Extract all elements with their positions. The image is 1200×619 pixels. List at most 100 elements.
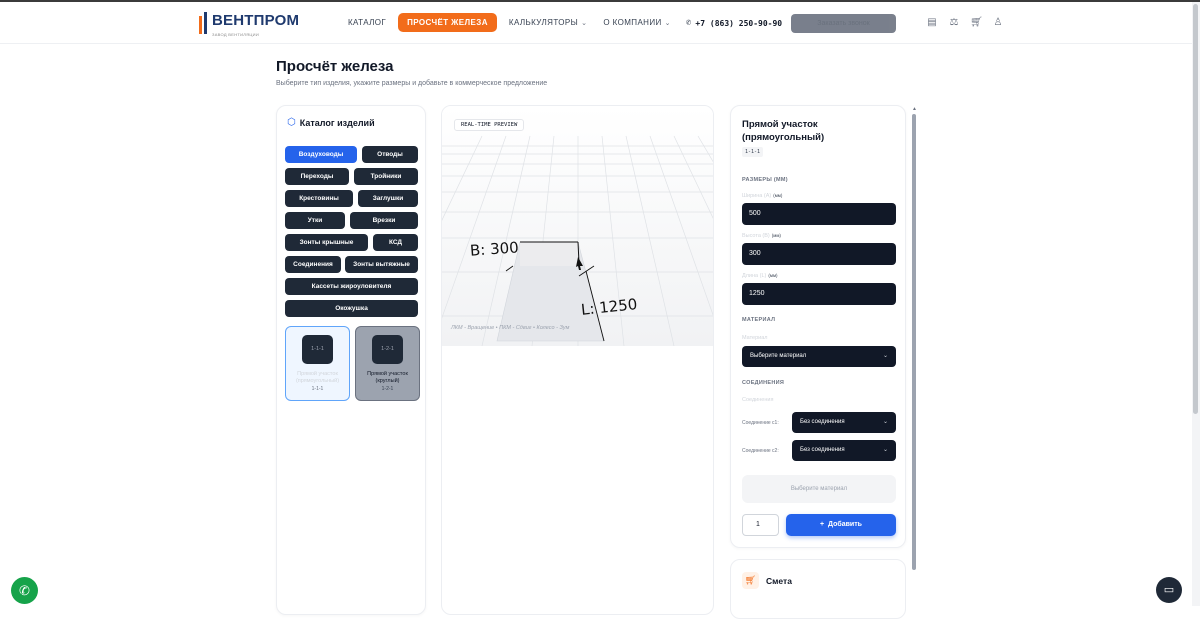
width-label-text: Ширина (A) <box>742 193 772 199</box>
nav-calculators[interactable]: КАЛЬКУЛЯТОРЫ ⌄ <box>501 13 596 32</box>
width-input[interactable]: 500 <box>742 203 896 225</box>
floating-chat-button[interactable]: ▭ <box>1156 577 1182 603</box>
connections-label: Соединения <box>742 397 774 403</box>
main-nav: КАТАЛОГ ПРОСЧЁТ ЖЕЛЕЗА КАЛЬКУЛЯТОРЫ ⌄ О К… <box>340 13 679 32</box>
add-button-label: Добавить <box>828 521 862 528</box>
material-select[interactable]: Выберите материал ⌄ <box>742 346 896 367</box>
conn2-select[interactable]: Без соединения ⌄ <box>792 440 896 461</box>
height-input[interactable]: 300 <box>742 243 896 265</box>
connections-section-title: СОЕДИНЕНИЯ <box>742 380 785 386</box>
conn2-label: Соединение с2: <box>742 448 779 454</box>
catalog-title-text: Каталог изделий <box>299 117 375 128</box>
cart-icon[interactable]: 🛒︎ <box>970 17 983 29</box>
height-label-text: Высота (B) <box>742 233 770 239</box>
page-scrollbar[interactable] <box>1192 2 1200 606</box>
category-connections[interactable]: Соединения <box>285 256 341 273</box>
document-icon[interactable]: ▤ <box>926 17 938 29</box>
product-code-badge: 1-1-1 <box>742 147 764 157</box>
nav-calculators-label: КАЛЬКУЛЯТОРЫ <box>508 18 579 27</box>
category-caps[interactable]: Заглушки <box>358 190 418 207</box>
controls-hint: ЛКМ - Вращение • ПКМ - Сдвиг • Колесо - … <box>451 325 570 331</box>
cart-icon: 🛒︎ <box>742 572 759 589</box>
select-material-button[interactable]: Выберите материал <box>742 475 896 503</box>
conn2-select-value: Без соединения <box>800 447 845 453</box>
catalog-title: ⬡ Каталог изделий <box>287 117 375 128</box>
catalog-panel: ⬡ Каталог изделий Воздуховоды Отводы Пер… <box>276 105 426 615</box>
height-label: Высота (B) (мм) <box>742 233 781 239</box>
chevron-down-icon: ⌄ <box>882 447 888 453</box>
chevron-down-icon: ⌄ <box>664 20 671 27</box>
variant-code: 1-2-1 <box>381 386 394 392</box>
conn1-select-value: Без соединения <box>800 419 845 425</box>
length-label-text: Длина (L) <box>742 273 767 279</box>
category-crosses[interactable]: Крестовины <box>285 190 353 207</box>
height-unit: (мм) <box>771 233 781 238</box>
length-input[interactable]: 1250 <box>742 283 896 305</box>
category-offsets[interactable]: Утки <box>285 212 345 229</box>
add-button[interactable]: + Добавить <box>786 514 896 536</box>
chat-icon: ▭ <box>1163 584 1175 596</box>
logo[interactable]: ВЕНТПРОМ ЗАВОД ВЕНТИЛЯЦИИ <box>199 12 300 37</box>
variant-card-rect[interactable]: 1-1-1 Прямой участок (прямоугольный) 1-1… <box>285 326 350 401</box>
category-tees[interactable]: Тройники <box>354 168 418 185</box>
phone-icon: ✆ <box>686 18 692 28</box>
estimate-title: Смета <box>766 576 792 586</box>
length-label: Длина (L) (мм) <box>742 273 778 279</box>
material-select-value: Выберите материал <box>750 353 807 359</box>
page-title: Просчёт железа <box>276 58 394 75</box>
logo-subtext: ЗАВОД ВЕНТИЛЯЦИИ <box>212 32 260 37</box>
floating-phone-button[interactable]: ✆ <box>11 577 38 604</box>
chevron-down-icon: ⌄ <box>882 353 888 359</box>
variant-card-round[interactable]: 1-2-1 Прямой участок (круглый) 1-2-1 <box>355 326 420 401</box>
width-label: Ширина (A) (мм) <box>742 193 782 199</box>
conn1-select[interactable]: Без соединения ⌄ <box>792 412 896 433</box>
variant-icon: 1-2-1 <box>372 335 403 364</box>
header-phone[interactable]: ✆ +7 (863) 250-90-90 <box>686 18 782 28</box>
cube-icon: ⬡ <box>287 117 296 128</box>
variant-name: Прямой участок (прямоугольный) <box>295 371 340 384</box>
nav-catalog[interactable]: КАТАЛОГ <box>340 13 394 32</box>
scroll-up-icon[interactable]: ▲ <box>912 106 917 112</box>
chevron-down-icon: ⌄ <box>581 20 588 27</box>
chevron-down-icon: ⌄ <box>882 419 888 425</box>
estimate-panel: 🛒︎ Смета <box>730 559 906 619</box>
header-icons: ▤ ⚖ 🛒︎ ♙ <box>926 17 1014 29</box>
realtime-badge: REAL-TIME PREVIEW <box>454 119 525 131</box>
config-panel: Прямой участок (прямоугольный) 1-1-1 РАЗ… <box>730 105 906 548</box>
scales-icon[interactable]: ⚖ <box>948 17 960 29</box>
nav-about[interactable]: О КОМПАНИИ ⌄ <box>595 13 679 32</box>
config-scrollbar[interactable]: ▲ <box>912 106 917 570</box>
nav-about-label: О КОМПАНИИ <box>603 18 662 27</box>
category-ducts[interactable]: Воздуховоды <box>285 146 357 163</box>
page-subtitle: Выберите тип изделия, укажите размеры и … <box>276 80 548 87</box>
conn1-label: Соединение с1: <box>742 420 779 426</box>
dimensions-section-title: РАЗМЕРЫ (ММ) <box>742 177 788 183</box>
nav-hardware-calc[interactable]: ПРОСЧЁТ ЖЕЛЕЗА <box>398 13 497 32</box>
category-taps[interactable]: Врезки <box>350 212 418 229</box>
product-title: Прямой участок (прямоугольный) <box>742 119 825 143</box>
category-exhaust-hoods[interactable]: Зонты вытяжные <box>345 256 418 273</box>
site-header: ВЕНТПРОМ ЗАВОД ВЕНТИЛЯЦИИ КАТАЛОГ ПРОСЧЁ… <box>0 2 1200 44</box>
material-section-title: МАТЕРИАЛ <box>742 317 776 323</box>
logo-mark-icon <box>199 12 209 34</box>
phone-icon: ✆ <box>19 583 30 598</box>
preview-viewport[interactable]: REAL-TIME PREVIEW B: 300 L: 1250 ЛКМ - В… <box>441 105 714 615</box>
category-transitions[interactable]: Переходы <box>285 168 349 185</box>
dimension-b-label: B: 300 <box>469 238 520 260</box>
plus-icon: + <box>820 521 825 528</box>
preview-canvas[interactable] <box>442 106 714 346</box>
phone-number: +7 (863) 250-90-90 <box>695 18 783 28</box>
category-grease-cassettes[interactable]: Кассеты жироуловителя <box>285 278 418 295</box>
quantity-input[interactable]: 1 <box>742 514 779 536</box>
material-label: Материал <box>742 335 768 341</box>
category-ksd[interactable]: КСД <box>373 234 418 251</box>
width-unit: (мм) <box>773 193 783 198</box>
user-icon[interactable]: ♙ <box>992 17 1004 29</box>
length-unit: (мм) <box>768 273 778 278</box>
category-roof-hoods[interactable]: Зонты крышные <box>285 234 368 251</box>
category-cladding[interactable]: Окожушка <box>285 300 418 317</box>
callback-button[interactable]: Заказать звонок <box>791 14 896 33</box>
variant-name: Прямой участок (круглый) <box>367 371 408 384</box>
category-bends[interactable]: Отводы <box>362 146 418 163</box>
logo-text: ВЕНТПРОМ <box>212 12 300 29</box>
